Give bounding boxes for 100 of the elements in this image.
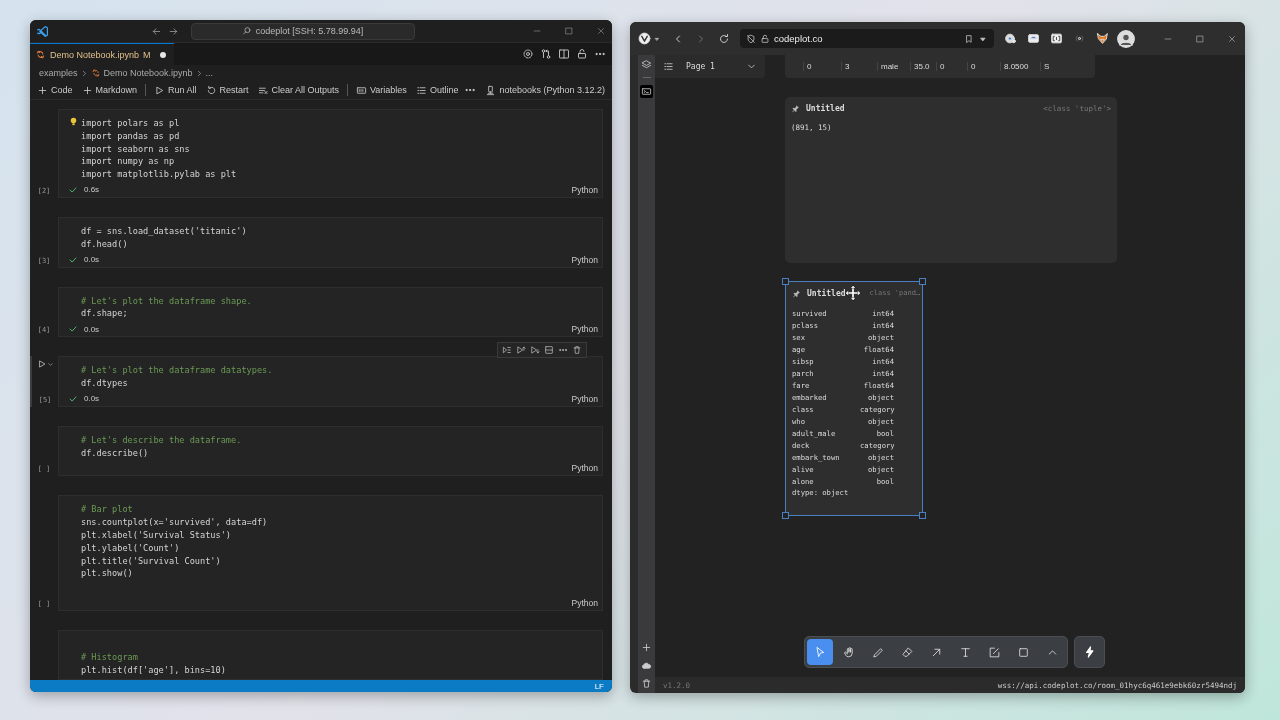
table-cell: S xyxy=(1040,61,1080,71)
output-card[interactable] xyxy=(785,281,923,516)
shield-icon[interactable] xyxy=(746,33,756,44)
resize-handle[interactable] xyxy=(782,512,789,519)
code-cell[interactable]: # Let's plot the dataframe datatypes. df.dtypes 0.0s Python xyxy=(58,356,603,407)
forward-arrow-icon[interactable] xyxy=(167,25,179,37)
plus-icon[interactable] xyxy=(641,642,652,653)
code-cell[interactable]: # Let's plot the dataframe shape. df.shape; 0.0s Python xyxy=(58,286,603,338)
code-line: import pandas as pd xyxy=(81,129,181,143)
check-icon xyxy=(68,393,78,404)
table-output-card[interactable]: 0 3 male 35.0 0 0 8.0500 S xyxy=(785,55,1095,78)
toolbar-button[interactable]: Markdown xyxy=(78,83,141,97)
settings-icon[interactable] xyxy=(522,48,534,60)
cell-language[interactable]: Python xyxy=(571,393,598,404)
code-cell[interactable]: df = sns.load_dataset('titanic') df.head() 0.0s Python xyxy=(58,217,603,268)
cloud-icon[interactable] xyxy=(641,660,652,671)
breadcrumb-item[interactable]: examples xyxy=(39,68,78,78)
pin-icon[interactable] xyxy=(792,288,801,298)
address-bar[interactable]: codeplot.co xyxy=(740,29,994,48)
run-below-icon[interactable] xyxy=(530,345,540,356)
maximize-icon[interactable] xyxy=(564,26,574,36)
close-icon[interactable] xyxy=(596,26,606,36)
trash-icon[interactable] xyxy=(641,678,652,689)
reload-icon[interactable] xyxy=(718,32,730,45)
square-icon xyxy=(1016,645,1030,659)
cell-language[interactable]: Python xyxy=(571,185,598,195)
kernel-picker[interactable]: notebooks (Python 3.12.2) xyxy=(482,83,608,97)
cell-language[interactable]: Python xyxy=(571,598,598,609)
play-icon xyxy=(154,84,165,96)
browser-logo-icon[interactable] xyxy=(638,32,651,45)
split-cell-icon[interactable] xyxy=(544,345,554,356)
lightbulb-icon[interactable] xyxy=(68,116,79,127)
lock-icon[interactable] xyxy=(576,48,588,60)
resize-handle[interactable] xyxy=(782,278,789,285)
table-cell: 3 xyxy=(841,61,877,71)
pencil-icon xyxy=(871,645,885,659)
toolbar-button[interactable]: Run All xyxy=(151,83,200,97)
cell-language[interactable]: Python xyxy=(571,463,598,474)
code-line: df.dtypes xyxy=(81,376,129,390)
split-editor-icon[interactable] xyxy=(558,48,570,60)
bolt-button[interactable] xyxy=(1074,636,1105,668)
toolbar-button[interactable]: Restart xyxy=(202,83,252,97)
editor-tab[interactable]: Demo Notebook.ipynb M xyxy=(30,43,174,65)
code-cell[interactable]: # Histogram plt.hist(df['age'], bins=10) xyxy=(58,630,603,680)
move-cursor-icon xyxy=(845,285,861,301)
back-arrow-icon[interactable] xyxy=(150,25,162,37)
extension-icon[interactable] xyxy=(1004,32,1017,45)
table-cell: 0 xyxy=(803,61,841,71)
url-text[interactable]: codeplot.co xyxy=(774,33,823,44)
avatar[interactable] xyxy=(1117,29,1135,48)
code-cell[interactable]: import polars as pl import pandas as pd import seaborn as sns import numpy as np import matplotlib.pylab as plt 0.6s Python xyxy=(58,109,603,198)
extension-icon[interactable] xyxy=(1050,32,1063,45)
toolbar-button[interactable]: Code xyxy=(34,83,76,97)
text-tool-icon xyxy=(958,645,972,659)
table-cell: 0 xyxy=(936,61,967,71)
tool-button[interactable] xyxy=(807,639,833,665)
code-line: plt.xlabel('Survival Status') xyxy=(81,528,233,542)
code-line: df.describe() xyxy=(81,446,150,460)
layers-icon[interactable] xyxy=(641,59,652,70)
code-line: plt.show() xyxy=(81,567,134,581)
code-cell[interactable]: # Bar plot sns.countplot(x='survived', data=df) plt.xlabel('Survival Status') plt.ylabel('Count') plt.title('Survival Count') plt.show() Python xyxy=(58,495,603,612)
breadcrumb-item[interactable]: ... xyxy=(205,68,214,78)
code-line: # Let's plot the dataframe shape. xyxy=(81,294,253,308)
close-icon[interactable] xyxy=(1227,33,1237,44)
extension-icon[interactable] xyxy=(1073,32,1086,45)
notebook-icon xyxy=(35,49,46,60)
compare-icon[interactable] xyxy=(540,48,552,60)
pin-icon[interactable] xyxy=(791,103,800,113)
terminal-icon[interactable] xyxy=(640,85,653,98)
notebook-icon xyxy=(90,68,101,78)
code-line: import matplotlib.pylab as plt xyxy=(81,168,238,181)
check-icon xyxy=(68,254,78,265)
lock-icon[interactable] xyxy=(760,33,770,44)
fox-icon[interactable] xyxy=(1096,32,1109,45)
page-selector[interactable]: Page 1 xyxy=(655,55,765,78)
resize-handle[interactable] xyxy=(919,278,926,285)
restart-icon xyxy=(205,84,217,96)
toolbar-button[interactable]: Clear All Outputs xyxy=(254,83,343,97)
kernel-icon xyxy=(485,84,497,96)
hand-icon xyxy=(842,645,856,659)
bookmark-icon[interactable] xyxy=(964,33,974,44)
plus-icon xyxy=(81,84,93,96)
run-above-icon[interactable] xyxy=(516,345,526,356)
toolbar-button[interactable]: Outline xyxy=(412,83,462,97)
resize-handle[interactable] xyxy=(919,512,926,519)
cell-language[interactable]: Python xyxy=(571,324,598,335)
run-cell-button[interactable] xyxy=(36,359,54,370)
note-icon xyxy=(987,645,1001,659)
code-line: # Histogram xyxy=(81,651,139,664)
run-by-line-icon[interactable] xyxy=(502,345,512,356)
list-icon xyxy=(415,84,427,96)
delete-icon[interactable] xyxy=(572,345,582,356)
extension-icon[interactable] xyxy=(1027,32,1040,45)
cell-language[interactable]: Python xyxy=(571,254,598,265)
breadcrumb-item[interactable]: Demo Notebook.ipynb xyxy=(103,68,193,78)
code-cell[interactable]: # Let's describe the dataframe. df.describe() Python xyxy=(58,425,603,477)
command-center[interactable]: codeplot [SSH: 5.78.99.94] xyxy=(190,22,415,40)
line-ending[interactable]: LF xyxy=(594,681,604,691)
toolbar-button[interactable]: Variables xyxy=(353,83,410,97)
maximize-icon[interactable] xyxy=(1195,33,1205,44)
